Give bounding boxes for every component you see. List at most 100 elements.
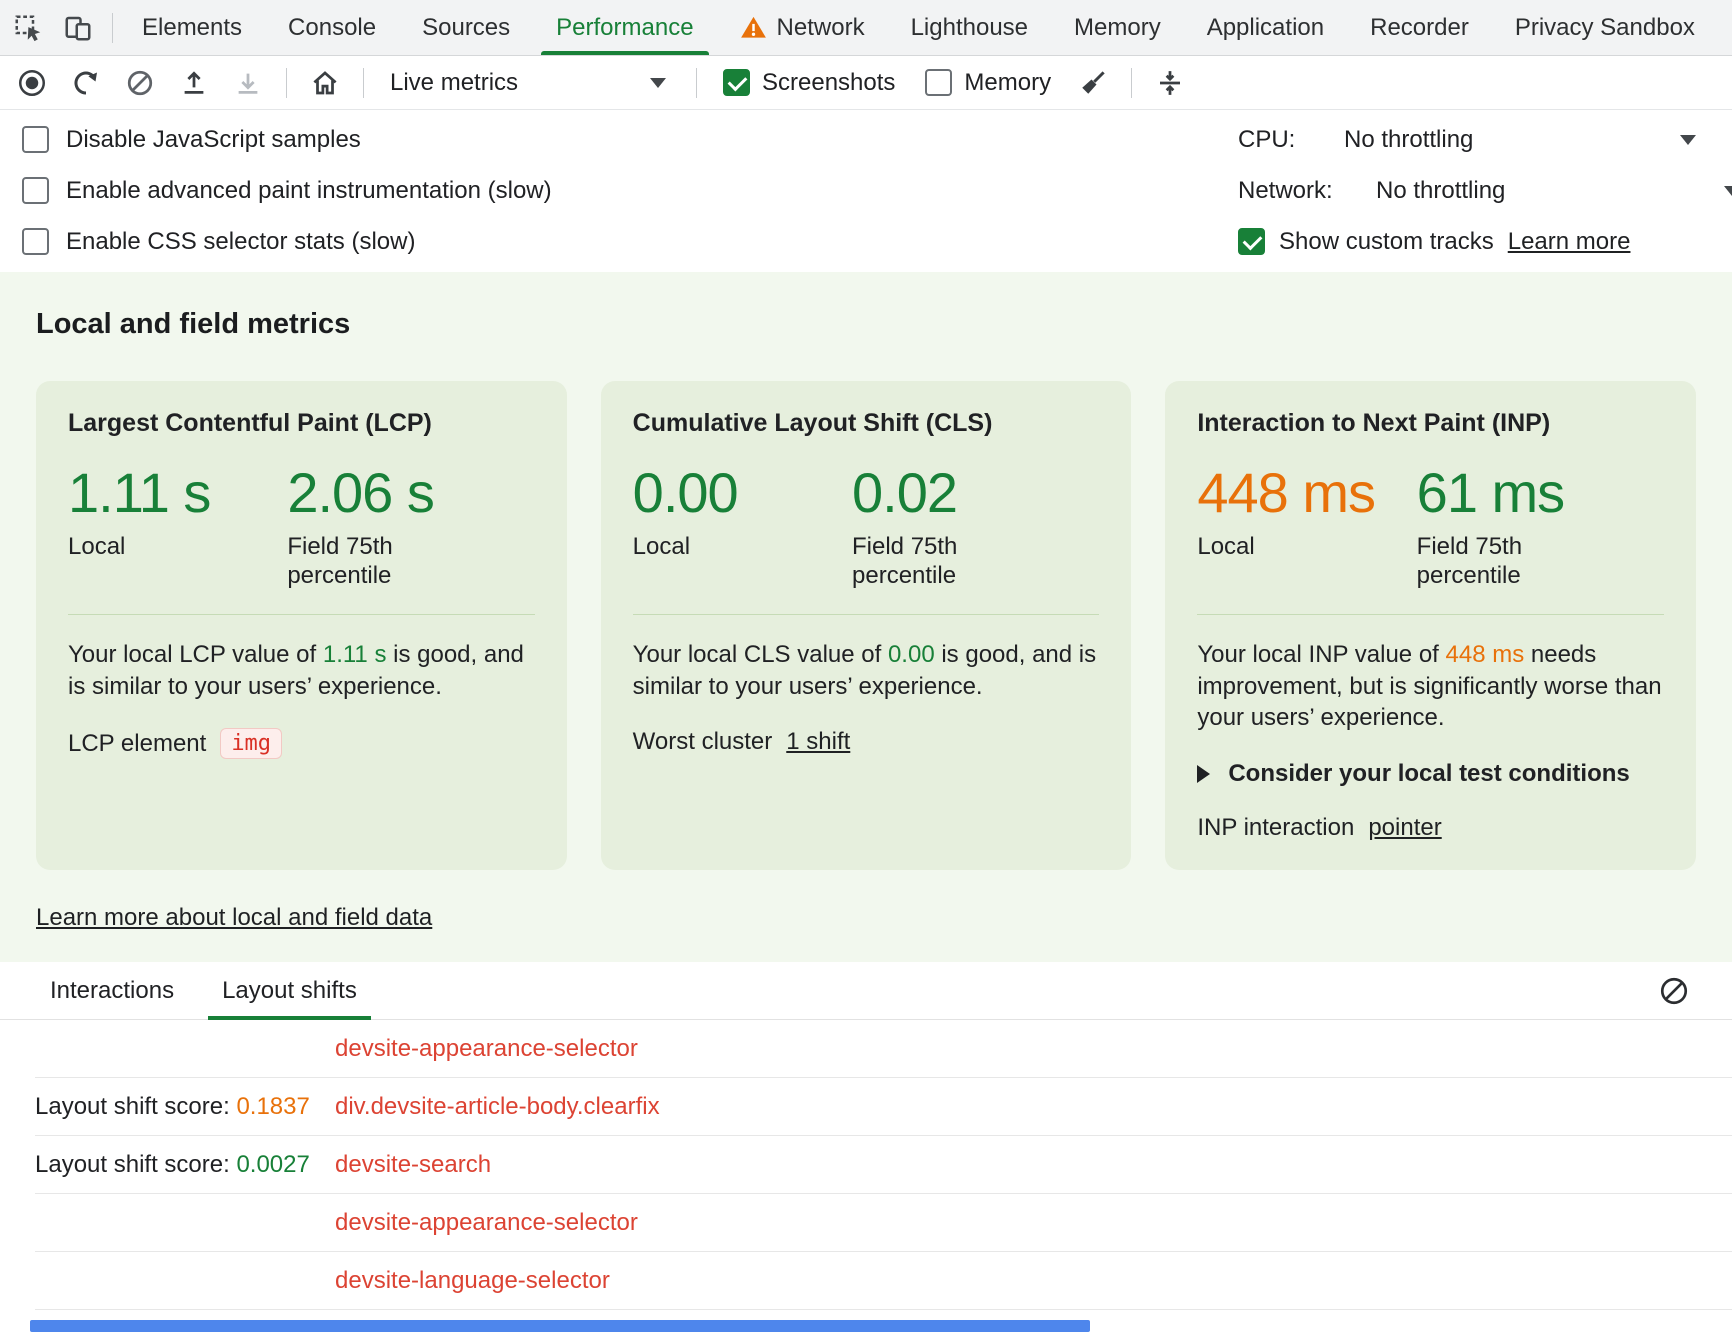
cpu-throttling-value: No throttling: [1344, 126, 1473, 154]
lcp-description: Your local LCP value of 1.11 s is good, …: [68, 639, 535, 702]
worst-cluster-label: Worst cluster: [633, 728, 773, 756]
log-tab-interactions[interactable]: Interactions: [50, 962, 174, 1019]
cpu-throttling-select[interactable]: CPU: No throttling: [1238, 114, 1732, 165]
layout-shift-row: Layout shift score: 0.1837div.devsite-ar…: [35, 1078, 1732, 1136]
checkbox-checked-icon[interactable]: [1238, 228, 1265, 255]
inp-interaction-link[interactable]: pointer: [1368, 814, 1441, 842]
card-divider: [68, 614, 535, 615]
tab-elements[interactable]: Elements: [119, 0, 265, 55]
performance-toolbar: Live metrics Screenshots Memory: [0, 56, 1732, 110]
checkbox-unchecked-icon: [22, 177, 49, 204]
layout-shift-score: Layout shift score: 0.0027: [35, 1151, 335, 1179]
shift-element-link[interactable]: devsite-appearance-selector: [335, 1209, 638, 1237]
local-label: Local: [633, 532, 783, 561]
cls-inline-value: 0.00: [888, 641, 935, 668]
horizontal-scrollbar-thumb[interactable]: [30, 1320, 1090, 1332]
save-profile-button[interactable]: [226, 61, 270, 105]
tab-performance[interactable]: Performance: [533, 0, 716, 55]
tab-recorder[interactable]: Recorder: [1347, 0, 1492, 55]
toolbar-divider: [286, 68, 287, 98]
layout-shift-row: devsite-language-selector: [35, 1252, 1732, 1310]
metrics-heading: Local and field metrics: [36, 308, 1696, 341]
score-label: Layout shift score:: [35, 1093, 236, 1120]
clear-button[interactable]: [118, 61, 162, 105]
devtools-window: Elements Console Sources Performance Network…: [0, 0, 1732, 1332]
learn-more-link[interactable]: Learn more: [1508, 228, 1631, 256]
tab-label: Performance: [556, 14, 693, 42]
metric-card-cls: Cumulative Layout Shift (CLS) 0.00 Local…: [601, 381, 1132, 870]
lcp-local-value: 1.11 s: [68, 462, 287, 524]
chevron-down-icon: [1724, 186, 1732, 196]
memory-checkbox[interactable]: Memory: [915, 69, 1061, 97]
tab-lighthouse[interactable]: Lighthouse: [888, 0, 1051, 55]
tab-label: Memory: [1074, 14, 1161, 42]
card-divider: [1197, 614, 1664, 615]
lcp-card-title: Largest Contentful Paint (LCP): [68, 409, 535, 438]
layout-shift-row: Layout shift score: 0.0027devsite-search: [35, 1136, 1732, 1194]
shift-element-link[interactable]: devsite-language-selector: [335, 1267, 610, 1295]
local-test-conditions-expander[interactable]: Consider your local test conditions: [1197, 760, 1664, 788]
toolbar-divider: [112, 13, 113, 43]
cls-field-value: 0.02: [852, 462, 1002, 524]
cls-description: Your local CLS value of 0.00 is good, an…: [633, 639, 1100, 702]
memory-label: Memory: [964, 69, 1051, 97]
chevron-down-icon: [650, 78, 666, 88]
tab-label: Recorder: [1370, 14, 1469, 42]
lcp-element-label: LCP element: [68, 730, 206, 758]
toolbar-divider: [696, 68, 697, 98]
checkbox-unchecked-icon: [925, 69, 952, 96]
log-tabbar: Interactions Layout shifts: [0, 962, 1732, 1020]
screenshots-checkbox[interactable]: Screenshots: [713, 69, 905, 97]
show-custom-tracks-row: Show custom tracks Learn more: [1238, 216, 1732, 267]
shift-element-link[interactable]: div.devsite-article-body.clearfix: [335, 1093, 660, 1121]
clear-log-icon[interactable]: [1652, 969, 1696, 1013]
log-rows: devsite-appearance-selector Layout shift …: [0, 1020, 1732, 1332]
inp-inline-value: 448 ms: [1446, 641, 1525, 668]
inspect-element-icon[interactable]: [6, 6, 50, 50]
panel-tabs: Elements Console Sources Performance Network…: [119, 0, 1718, 55]
local-label: Local: [68, 532, 218, 561]
field-label: Field 75th percentile: [852, 532, 1002, 591]
tabbar-tools: [0, 0, 106, 55]
shift-element-link[interactable]: devsite-search: [335, 1151, 491, 1179]
network-throttling-value: No throttling: [1376, 177, 1505, 205]
inp-description: Your local INP value of 448 ms needs imp…: [1197, 639, 1664, 734]
network-throttling-select[interactable]: Network: No throttling: [1238, 165, 1732, 216]
tab-label: Network: [777, 14, 865, 42]
tab-network[interactable]: Network: [717, 0, 888, 55]
load-profile-button[interactable]: [172, 61, 216, 105]
layout-shift-log: Interactions Layout shifts devsite-appear…: [0, 962, 1732, 1332]
tab-label: Lighthouse: [911, 14, 1028, 42]
field-label: Field 75th percentile: [1417, 532, 1567, 591]
lcp-element-chip[interactable]: img: [220, 728, 282, 759]
learn-more-local-field-link[interactable]: Learn more about local and field data: [36, 904, 432, 932]
inp-card-title: Interaction to Next Paint (INP): [1197, 409, 1664, 438]
record-and-reload-button[interactable]: [64, 61, 108, 105]
tab-sources[interactable]: Sources: [399, 0, 533, 55]
tab-application[interactable]: Application: [1184, 0, 1347, 55]
collect-garbage-icon[interactable]: [1071, 61, 1115, 105]
field-label: Field 75th percentile: [287, 532, 437, 591]
history-dropdown[interactable]: Live metrics: [380, 61, 680, 105]
lcp-field-value: 2.06 s: [287, 462, 437, 524]
log-tab-layout-shifts[interactable]: Layout shifts: [222, 962, 357, 1019]
score-label: Layout shift score:: [35, 1151, 236, 1178]
device-toolbar-icon[interactable]: [56, 6, 100, 50]
worst-cluster-link[interactable]: 1 shift: [786, 728, 850, 756]
tab-console[interactable]: Console: [265, 0, 399, 55]
tab-memory[interactable]: Memory: [1051, 0, 1184, 55]
shift-element-link[interactable]: devsite-appearance-selector: [335, 1035, 638, 1063]
devtools-tabbar: Elements Console Sources Performance Network…: [0, 0, 1732, 56]
lcp-inline-value: 1.11 s: [323, 641, 387, 668]
tab-label: Elements: [142, 14, 242, 42]
tab-label: Console: [288, 14, 376, 42]
layout-shift-row: devsite-appearance-selector: [35, 1194, 1732, 1252]
live-metrics-home-button[interactable]: [303, 61, 347, 105]
toolbar-divider: [1131, 68, 1132, 98]
capture-settings: Disable JavaScript samples Enable advanc…: [0, 110, 1732, 272]
record-button[interactable]: [10, 61, 54, 105]
checkbox-unchecked-icon: [22, 228, 49, 255]
compress-icon[interactable]: [1148, 61, 1192, 105]
tab-privacy-sandbox[interactable]: Privacy Sandbox: [1492, 0, 1718, 55]
network-label: Network:: [1238, 177, 1376, 205]
